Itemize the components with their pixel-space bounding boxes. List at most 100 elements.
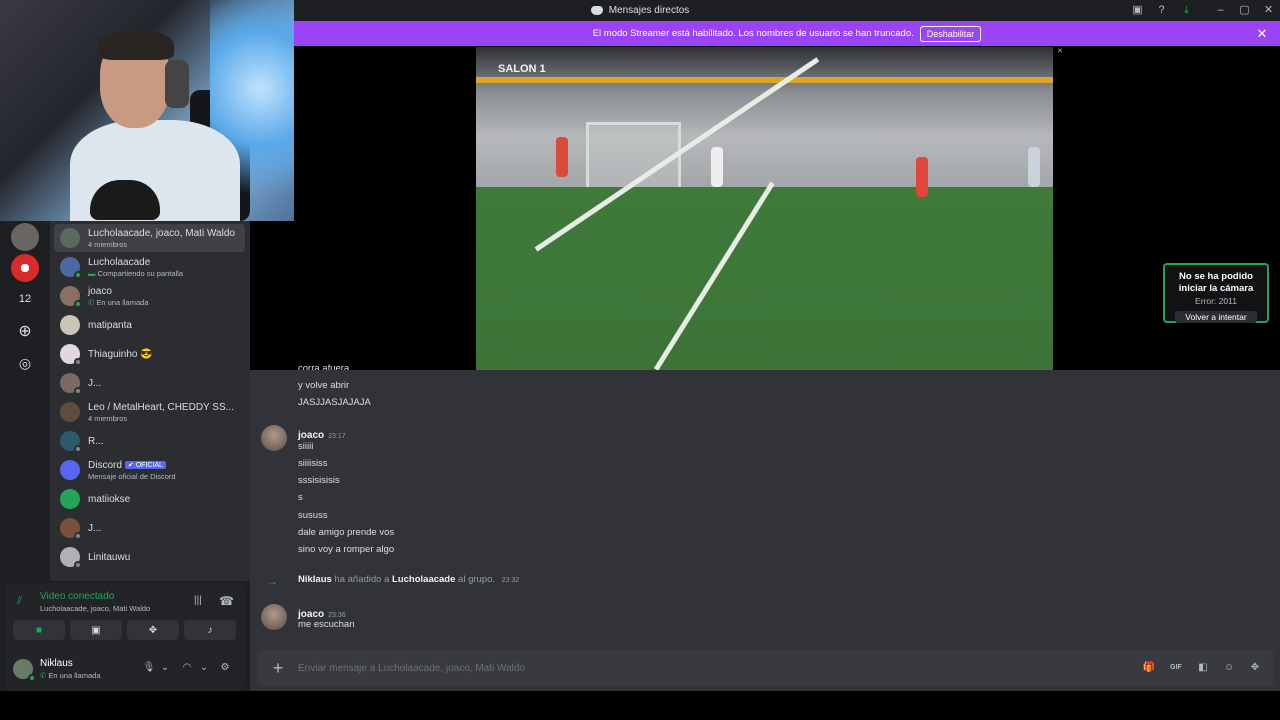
dm-name: J... bbox=[88, 523, 102, 534]
dm-name: Lucholaacade bbox=[88, 257, 151, 268]
camera-button[interactable]: ■ bbox=[13, 620, 65, 640]
screen-share-icon[interactable]: ▣ bbox=[1131, 4, 1144, 17]
banner-text: El modo Streamer está habilitado. Los no… bbox=[592, 28, 914, 39]
retry-camera-button[interactable]: Volver a intentar bbox=[1175, 311, 1257, 323]
streamer-mode-banner: El modo Streamer está habilitado. Los no… bbox=[294, 21, 1280, 46]
message-line: sino voy a romper algo bbox=[298, 544, 395, 555]
explore-icon[interactable]: ◎ bbox=[11, 349, 39, 377]
dm-list: Lucholaacade, joaco, Mati Waldo 4 miembr… bbox=[50, 221, 250, 581]
disconnect-icon[interactable]: ☎ bbox=[219, 594, 234, 608]
gift-icon[interactable]: 🎁 bbox=[1142, 661, 1156, 675]
camera-error-title: No se ha podido iniciar la cámara bbox=[1178, 271, 1254, 294]
dm-name: matiiokse bbox=[88, 494, 131, 505]
system-message: Niklaus ha añadido a Lucholaacade al gru… bbox=[298, 574, 519, 585]
emoji-icon[interactable]: ☺ bbox=[1222, 661, 1236, 675]
dm-name: J... bbox=[88, 378, 102, 389]
status-dot bbox=[74, 358, 82, 366]
status-dot bbox=[74, 532, 82, 540]
status-dot bbox=[74, 445, 82, 453]
dm-name: Leo / MetalHeart, CHEDDY SS... bbox=[88, 402, 234, 413]
user-name[interactable]: Niklaus bbox=[40, 658, 73, 669]
screen-share-video[interactable]: SALON 1 bbox=[476, 47, 1053, 370]
system-action: ha añadido a bbox=[334, 574, 390, 585]
dm-item[interactable]: joaco ✆ En una llamada bbox=[54, 282, 245, 310]
dm-name: Thiaguinho 😎 bbox=[88, 349, 153, 360]
dm-item[interactable]: J... bbox=[54, 369, 245, 397]
streamer-webcam bbox=[0, 0, 294, 221]
download-icon[interactable]: ⤓ bbox=[1180, 4, 1193, 17]
message-line: dale amigo prende vos bbox=[298, 527, 395, 538]
help-icon[interactable]: ? bbox=[1155, 4, 1168, 17]
sticker-icon[interactable]: ◧ bbox=[1196, 661, 1210, 675]
message-avatar[interactable] bbox=[261, 425, 287, 451]
status-dot bbox=[74, 387, 82, 395]
dm-item[interactable]: Discord ✔ OFICIAL Mensaje oficial de Disc… bbox=[54, 456, 245, 484]
soundboard-button[interactable]: ♪ bbox=[184, 620, 236, 640]
disable-streamer-button[interactable]: Deshabilitar bbox=[919, 25, 982, 42]
voice-connection-panel: ⫽ Video conectado Lucholaacade, joaco, M… bbox=[5, 583, 245, 647]
dm-item[interactable]: Linitauwu bbox=[54, 543, 245, 571]
stage-close-icon[interactable]: ✕ bbox=[1057, 47, 1063, 55]
message-input[interactable] bbox=[298, 660, 998, 676]
chevron-down-icon[interactable]: ⌄ bbox=[158, 661, 172, 675]
avatar bbox=[60, 489, 80, 509]
dm-item[interactable]: Thiaguinho 😎 bbox=[54, 340, 245, 368]
user-status: ✆ En una llamada bbox=[40, 671, 101, 680]
chevron-down-icon[interactable]: ⌄ bbox=[197, 661, 211, 675]
dm-item[interactable]: R... bbox=[54, 427, 245, 455]
dm-item[interactable]: Lucholaacade, joaco, Mati Waldo 4 miembr… bbox=[54, 224, 245, 252]
status-dot bbox=[74, 271, 82, 279]
dm-item[interactable]: matipanta bbox=[54, 311, 245, 339]
attach-plus-icon[interactable]: + bbox=[268, 658, 288, 678]
microphone-icon[interactable]: 🎙 bbox=[142, 661, 156, 675]
dm-item[interactable]: J... bbox=[54, 514, 245, 542]
user-panel: Niklaus ✆ En una llamada 🎙 ⌄ ◠ ⌄ ⚙ bbox=[5, 647, 245, 691]
dm-item[interactable]: Lucholaacade ▬ Compartiendo su pantalla bbox=[54, 253, 245, 281]
camera-error-panel: No se ha podido iniciar la cámara Error:… bbox=[1163, 263, 1269, 323]
dm-sub: Mensaje oficial de Discord bbox=[88, 472, 176, 481]
status-dot bbox=[28, 674, 36, 682]
voice-status[interactable]: Video conectado bbox=[40, 591, 114, 602]
dm-sub: ✆ En una llamada bbox=[88, 298, 149, 307]
message-line: me escuchan bbox=[298, 619, 355, 630]
dm-name: R... bbox=[88, 436, 104, 447]
message-avatar[interactable] bbox=[261, 604, 287, 630]
close-window-icon[interactable]: ✕ bbox=[1262, 4, 1275, 17]
dm-item[interactable]: Leo / MetalHeart, CHEDDY SS... 4 miembro… bbox=[54, 398, 245, 426]
screen-icon: ▬ bbox=[88, 269, 98, 278]
message-line: siiiisiss bbox=[298, 458, 328, 469]
apps-icon[interactable]: ✥ bbox=[1248, 661, 1262, 675]
discord-avatar bbox=[60, 460, 80, 480]
signal-icon: ⫽ bbox=[17, 595, 22, 607]
noise-suppression-icon[interactable]: ||| bbox=[194, 595, 202, 606]
status-dot bbox=[74, 300, 82, 308]
dm-sub: ▬ Compartiendo su pantalla bbox=[88, 269, 184, 278]
share-screen-button[interactable]: ▣ bbox=[70, 620, 122, 640]
message-line: corra afuera bbox=[298, 363, 350, 374]
add-server-icon[interactable]: ⊕ bbox=[11, 317, 39, 345]
message-line: sssisisisis bbox=[298, 475, 340, 486]
message-line: JASJJASJAJAJA bbox=[298, 397, 371, 408]
dm-name: joaco bbox=[88, 286, 112, 297]
message-line: sususs bbox=[298, 510, 328, 521]
banner-close-icon[interactable]: ✕ bbox=[1255, 27, 1269, 41]
activities-button[interactable]: ✥ bbox=[127, 620, 179, 640]
camera-error-code: Error: 2011 bbox=[1195, 296, 1237, 306]
gif-icon[interactable]: GIF bbox=[1169, 661, 1183, 675]
dm-unread-count[interactable]: 12 bbox=[11, 285, 39, 313]
dm-sub: 4 miembros bbox=[88, 240, 128, 249]
maximize-icon[interactable]: ▢ bbox=[1238, 4, 1251, 17]
message-author[interactable]: joaco bbox=[298, 430, 324, 441]
minimize-icon[interactable]: – bbox=[1214, 4, 1227, 17]
message-line: siiiii bbox=[298, 441, 314, 452]
server-avatar[interactable] bbox=[11, 254, 39, 282]
server-avatar[interactable] bbox=[11, 223, 39, 251]
dm-name: Linitauwu bbox=[88, 552, 131, 563]
settings-gear-icon[interactable]: ⚙ bbox=[218, 661, 232, 675]
dm-item[interactable]: matiiokse bbox=[54, 485, 245, 513]
system-time: 23:32 bbox=[501, 577, 520, 584]
system-actor[interactable]: Niklaus bbox=[298, 574, 332, 585]
voice-channel[interactable]: Lucholaacade, joaco, Mati Waldo bbox=[40, 604, 150, 613]
headphones-icon[interactable]: ◠ bbox=[180, 661, 194, 675]
system-target[interactable]: Lucholaacade bbox=[392, 574, 455, 585]
